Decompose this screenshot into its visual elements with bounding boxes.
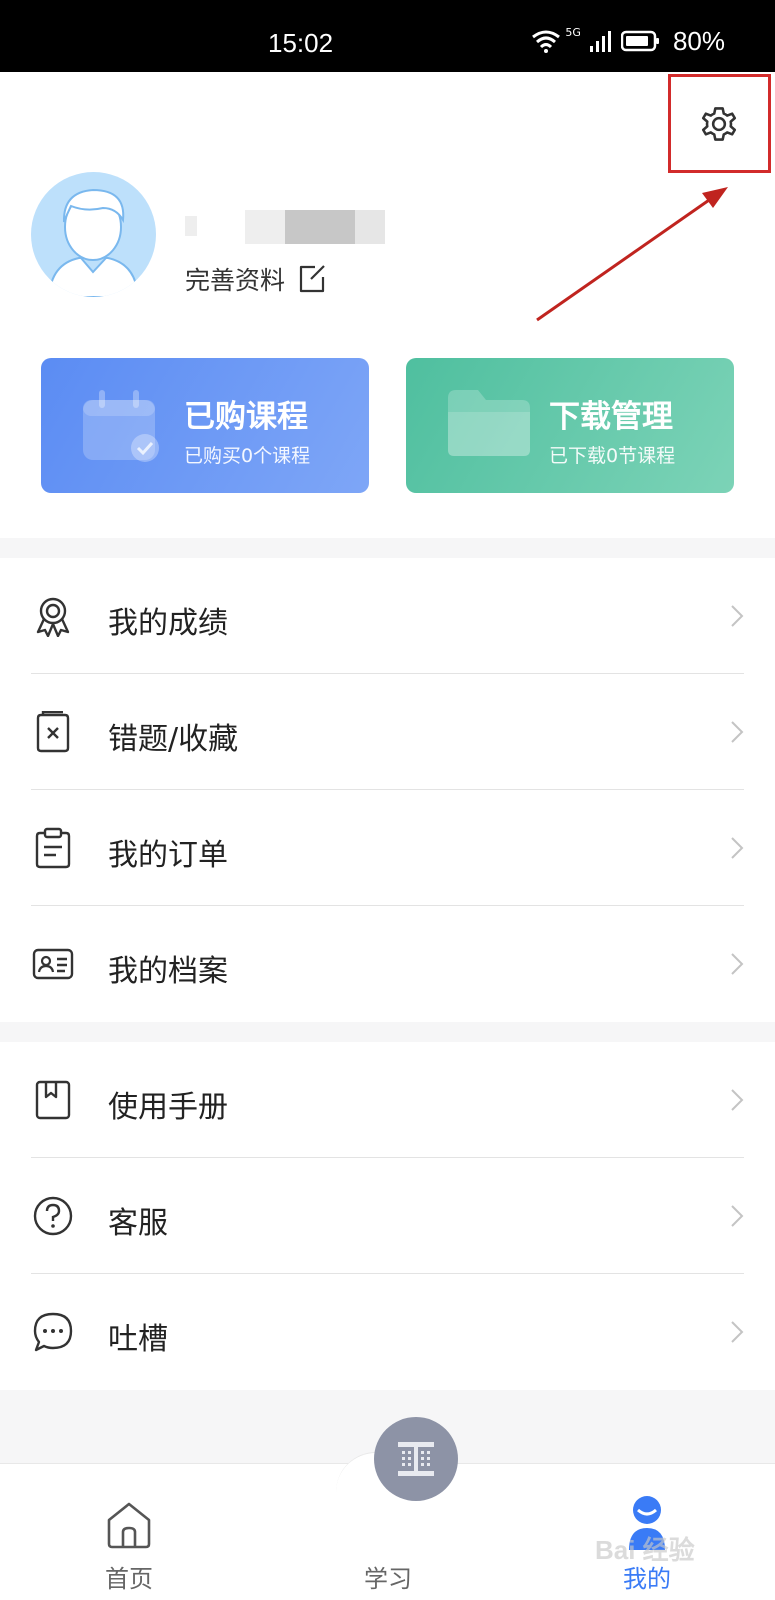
- chevron-right-icon: [731, 605, 744, 627]
- home-icon: [107, 1502, 151, 1549]
- tab-label: 学习: [364, 1565, 412, 1593]
- menu-label: 吐槽: [108, 1322, 168, 1357]
- section-separator: [0, 1022, 775, 1042]
- menu-label: 我的档案: [108, 954, 228, 989]
- chevron-right-icon: [731, 721, 744, 743]
- menu-group-help: 使用手册 客服 吐槽: [0, 1042, 775, 1390]
- card-title: 已购课程: [184, 399, 308, 435]
- chevron-right-icon: [731, 1205, 744, 1227]
- tab-home[interactable]: 首页: [49, 1464, 209, 1600]
- award-icon: [36, 597, 70, 637]
- chevron-right-icon: [731, 1321, 744, 1343]
- menu-item-feedback[interactable]: 吐槽: [0, 1274, 775, 1390]
- menu-item-grades[interactable]: 我的成绩: [0, 558, 775, 674]
- user-avatar-icon: [47, 188, 140, 297]
- menu-item-wrong-questions[interactable]: 错题/收藏: [0, 674, 775, 790]
- download-manager-card[interactable]: 下载管理 已下载0节课程: [406, 358, 734, 493]
- menu-label: 客服: [108, 1206, 168, 1241]
- complete-profile-link[interactable]: 完善资料: [185, 262, 327, 296]
- menu-group-records: 我的成绩 错题/收藏 我的订单 我的档案: [0, 558, 775, 1022]
- menu-item-profile-archive[interactable]: 我的档案: [0, 906, 775, 1022]
- tab-label: 首页: [105, 1565, 153, 1593]
- username-redacted: [185, 210, 385, 244]
- menu-label: 我的订单: [108, 838, 228, 873]
- card-title: 下载管理: [549, 399, 673, 435]
- study-icon[interactable]: [374, 1417, 458, 1501]
- menu-item-user-manual[interactable]: 使用手册: [0, 1042, 775, 1158]
- folder-icon: [448, 390, 530, 456]
- menu-label: 使用手册: [108, 1090, 228, 1125]
- calendar-check-icon: [83, 390, 159, 462]
- id-card-icon: [32, 948, 74, 980]
- chevron-right-icon: [731, 953, 744, 975]
- help-circle-icon: [33, 1196, 73, 1236]
- menu-label: 错题/收藏: [108, 722, 239, 757]
- complete-profile-label: 完善资料: [185, 266, 286, 295]
- chevron-right-icon: [731, 837, 744, 859]
- bookmark-book-icon: [35, 1080, 71, 1120]
- card-subtitle: 已下载0节课程: [549, 445, 676, 467]
- menu-item-orders[interactable]: 我的订单: [0, 790, 775, 906]
- menu-label: 我的成绩: [108, 606, 228, 641]
- section-separator: [0, 538, 775, 558]
- edit-icon: [299, 265, 325, 293]
- clipboard-icon: [35, 827, 71, 869]
- chevron-right-icon: [731, 1089, 744, 1111]
- study-logo-icon: [398, 1442, 434, 1476]
- menu-item-customer-service[interactable]: 客服: [0, 1158, 775, 1274]
- card-subtitle: 已购买0个课程: [184, 445, 311, 467]
- purchased-courses-card[interactable]: 已购课程 已购买0个课程: [41, 358, 369, 493]
- wrong-question-icon: [36, 711, 70, 753]
- avatar[interactable]: [31, 172, 156, 297]
- watermark: Bai 经验: [595, 1535, 695, 1565]
- chat-bubble-icon: [33, 1312, 73, 1352]
